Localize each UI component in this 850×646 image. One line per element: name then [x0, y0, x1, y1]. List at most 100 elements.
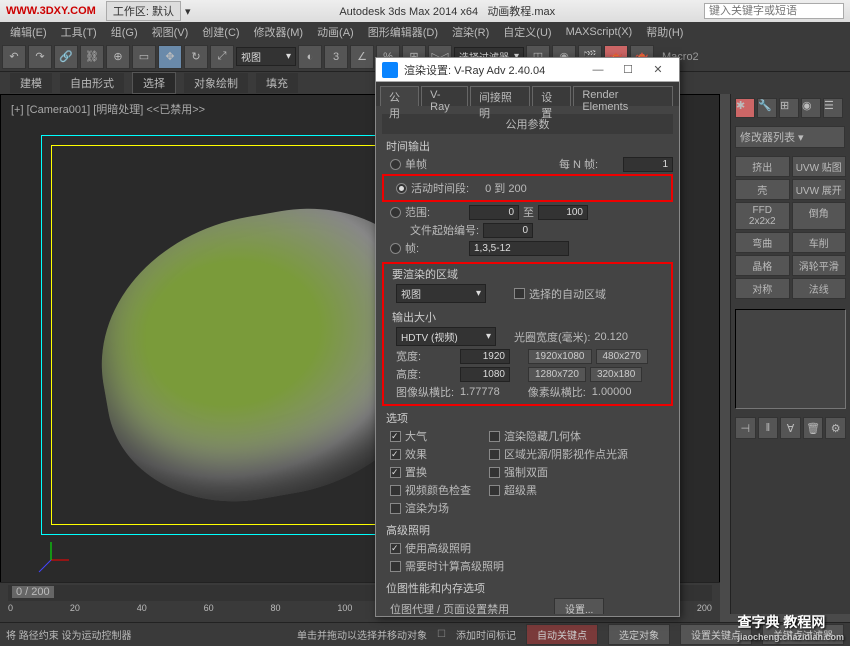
radio-single[interactable]	[390, 159, 401, 170]
add-time-tag[interactable]: 添加时间标记	[456, 627, 516, 642]
workspace-selector[interactable]: 工作区: 默认	[106, 1, 181, 21]
menu-item[interactable]: 渲染(R)	[446, 22, 495, 42]
show-result-icon[interactable]: ‖	[758, 417, 779, 439]
menu-item[interactable]: 图形编辑器(D)	[362, 22, 444, 42]
stack-item[interactable]: 壳	[735, 179, 790, 200]
configure-icon[interactable]: ⚙	[825, 417, 846, 439]
preset-button[interactable]: 1280x720	[528, 367, 586, 382]
modify-tab-icon[interactable]: 🔧	[757, 98, 777, 118]
create-tab-icon[interactable]: ✱	[735, 98, 755, 118]
bitmap-setup-button[interactable]: 设置...	[554, 598, 604, 614]
move-button[interactable]: ✥	[158, 45, 182, 69]
chk-adv-use[interactable]	[390, 543, 401, 554]
toolbar-button[interactable]: ⛓	[80, 45, 104, 69]
menu-item[interactable]: 创建(C)	[196, 22, 245, 42]
chk-force2[interactable]	[489, 467, 500, 478]
radio-active-range[interactable]	[396, 183, 407, 194]
viewport-label[interactable]: [+] [Camera001] [明暗处理] <<已禁用>>	[11, 101, 205, 117]
toolbar-button[interactable]: ↶	[2, 45, 26, 69]
height-spinner[interactable]: 1080	[460, 367, 510, 382]
close-button[interactable]: ✕	[643, 63, 673, 76]
selkey-combo[interactable]: 选定对象	[608, 624, 670, 645]
scale-button[interactable]: ⤢	[210, 45, 234, 69]
pin-stack-icon[interactable]: ⊣	[735, 417, 756, 439]
auto-region-check[interactable]	[514, 288, 525, 299]
snap-toggle[interactable]: 3	[324, 45, 348, 69]
stack-item[interactable]: UVW 贴图	[792, 156, 847, 177]
motion-tab-icon[interactable]: ◉	[801, 98, 821, 118]
minimize-button[interactable]: —	[583, 64, 613, 76]
tab-vray[interactable]: V-Ray	[421, 86, 468, 106]
menu-item[interactable]: 自定义(U)	[497, 22, 557, 42]
menu-item[interactable]: 编辑(E)	[4, 22, 53, 42]
menu-item[interactable]: MAXScript(X)	[560, 24, 639, 40]
help-search[interactable]	[704, 3, 844, 19]
width-spinner[interactable]: 1920	[460, 349, 510, 364]
stack-listbox[interactable]	[735, 309, 846, 409]
autokey-button[interactable]: 自动关键点	[526, 624, 598, 645]
toolbar-button[interactable]: ◐	[298, 45, 322, 69]
time-slider-thumb[interactable]: 0 / 200	[12, 586, 54, 598]
menu-item[interactable]: 修改器(M)	[248, 22, 310, 42]
menu-item[interactable]: 组(G)	[105, 22, 144, 42]
chk-arealight[interactable]	[489, 449, 500, 460]
stack-item[interactable]: 对称	[735, 278, 790, 299]
menu-item[interactable]: 视图(V)	[146, 22, 195, 42]
chk-adv-compute[interactable]	[390, 561, 401, 572]
ribbon-tab[interactable]: 选择	[132, 72, 176, 94]
preset-button[interactable]: 320x180	[590, 367, 642, 382]
preset-button[interactable]: 480x270	[596, 349, 648, 364]
stack-item[interactable]: 车削	[792, 232, 847, 253]
ribbon-tab[interactable]: 建模	[10, 73, 52, 93]
menu-item[interactable]: 工具(T)	[55, 22, 103, 42]
stack-item[interactable]: 晶格	[735, 255, 790, 276]
ribbon-tab[interactable]: 对象绘制	[184, 73, 248, 93]
stack-item[interactable]: 挤出	[735, 156, 790, 177]
stack-item[interactable]: 倒角	[792, 202, 847, 230]
axis-gizmo[interactable]	[31, 540, 71, 583]
every-n-spinner[interactable]: 1	[623, 157, 673, 172]
area-combo[interactable]: 视图	[396, 284, 486, 303]
rotate-button[interactable]: ↻	[184, 45, 208, 69]
make-unique-icon[interactable]: ∀	[780, 417, 801, 439]
rollout-header[interactable]: 公用参数	[382, 114, 673, 134]
tab-settings[interactable]: 设置	[532, 86, 571, 106]
range-to-spinner[interactable]: 100	[538, 205, 588, 220]
preset-button[interactable]: 1920x1080	[528, 349, 592, 364]
output-preset-combo[interactable]: HDTV (视频)	[396, 327, 496, 346]
angle-snap[interactable]: ∠	[350, 45, 374, 69]
ribbon-tab[interactable]: 填充	[256, 73, 298, 93]
remove-modifier-icon[interactable]: 🗑	[803, 417, 824, 439]
chk-effects[interactable]	[390, 449, 401, 460]
stack-item[interactable]: 弯曲	[735, 232, 790, 253]
radio-frames[interactable]	[390, 243, 401, 254]
toolbar-button[interactable]: ↷	[28, 45, 52, 69]
chk-superblack[interactable]	[489, 485, 500, 496]
stack-item[interactable]: 涡轮平滑	[792, 255, 847, 276]
tab-gi[interactable]: 间接照明	[470, 86, 530, 106]
maximize-button[interactable]: ☐	[613, 63, 643, 76]
stack-item[interactable]: UVW 展开	[792, 179, 847, 200]
chk-field[interactable]	[390, 503, 401, 514]
range-from-spinner[interactable]: 0	[469, 205, 519, 220]
ref-coord-combo[interactable]: 视图	[236, 47, 296, 66]
stack-item[interactable]: 法线	[792, 278, 847, 299]
frames-input[interactable]: 1,3,5-12	[469, 241, 569, 256]
chk-hidden[interactable]	[489, 431, 500, 442]
dialog-titlebar[interactable]: 渲染设置: V-Ray Adv 2.40.04 — ☐ ✕	[376, 58, 679, 82]
stack-item[interactable]: FFD 2x2x2	[735, 202, 790, 230]
chk-atmos[interactable]	[390, 431, 401, 442]
tab-common[interactable]: 公用	[380, 86, 419, 106]
display-tab-icon[interactable]: ☰	[823, 98, 843, 118]
ribbon-tab[interactable]: 自由形式	[60, 73, 124, 93]
file-start-spinner[interactable]: 0	[483, 223, 533, 238]
menu-item[interactable]: 帮助(H)	[640, 22, 689, 42]
tab-elements[interactable]: Render Elements	[573, 86, 673, 106]
link-button[interactable]: 🔗	[54, 45, 78, 69]
select-button[interactable]: ▭	[132, 45, 156, 69]
chk-colorcheck[interactable]	[390, 485, 401, 496]
menu-item[interactable]: 动画(A)	[311, 22, 360, 42]
modifier-list-combo[interactable]: 修改器列表 ▾	[735, 126, 845, 148]
chk-displace[interactable]	[390, 467, 401, 478]
toolbar-button[interactable]: ⊕	[106, 45, 130, 69]
